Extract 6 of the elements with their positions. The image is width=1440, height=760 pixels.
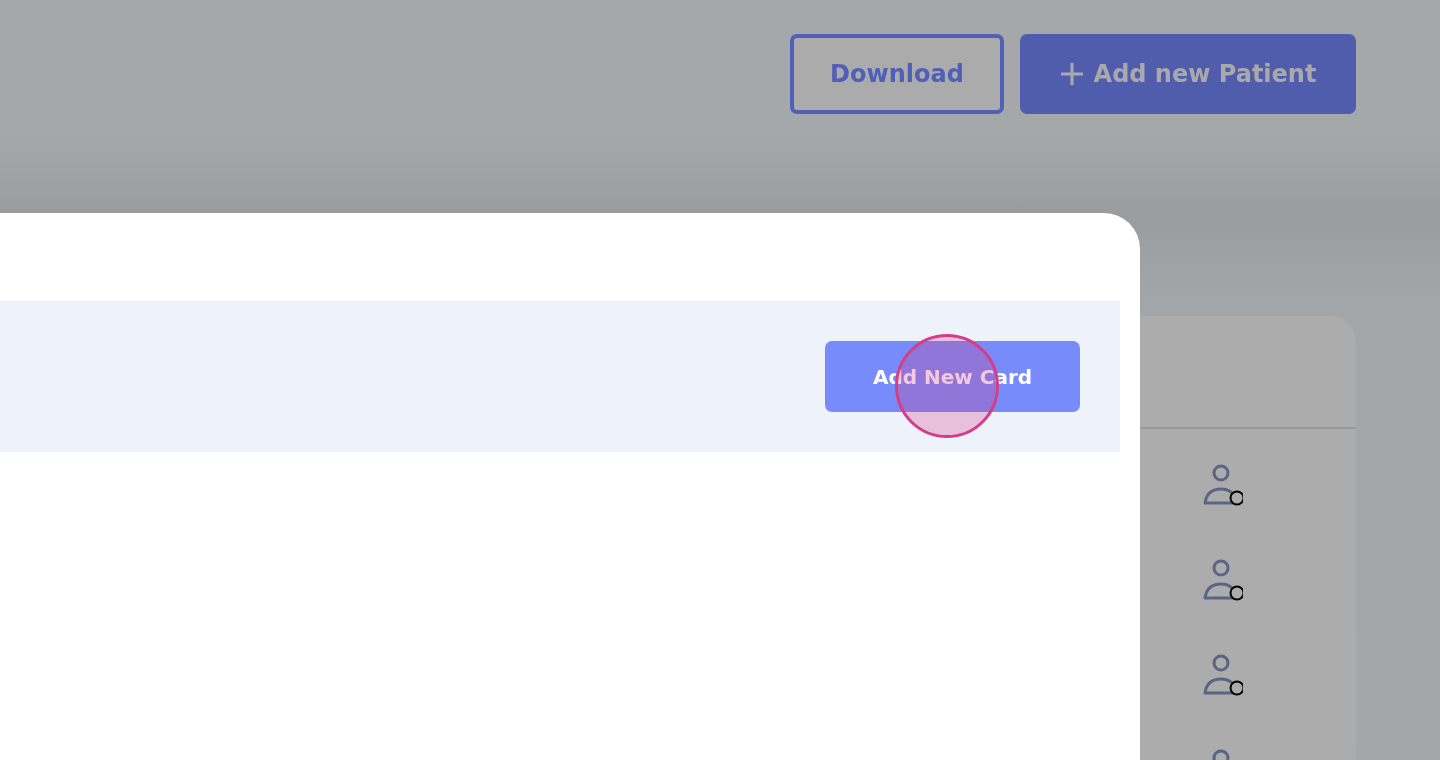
plus-icon	[1059, 62, 1084, 86]
add-patient-button[interactable]: Add new Patient	[1020, 34, 1356, 114]
user-icon	[1203, 558, 1243, 601]
user-icon	[1203, 653, 1243, 696]
user-icon	[1203, 463, 1243, 506]
download-button[interactable]: Download	[790, 34, 1004, 114]
